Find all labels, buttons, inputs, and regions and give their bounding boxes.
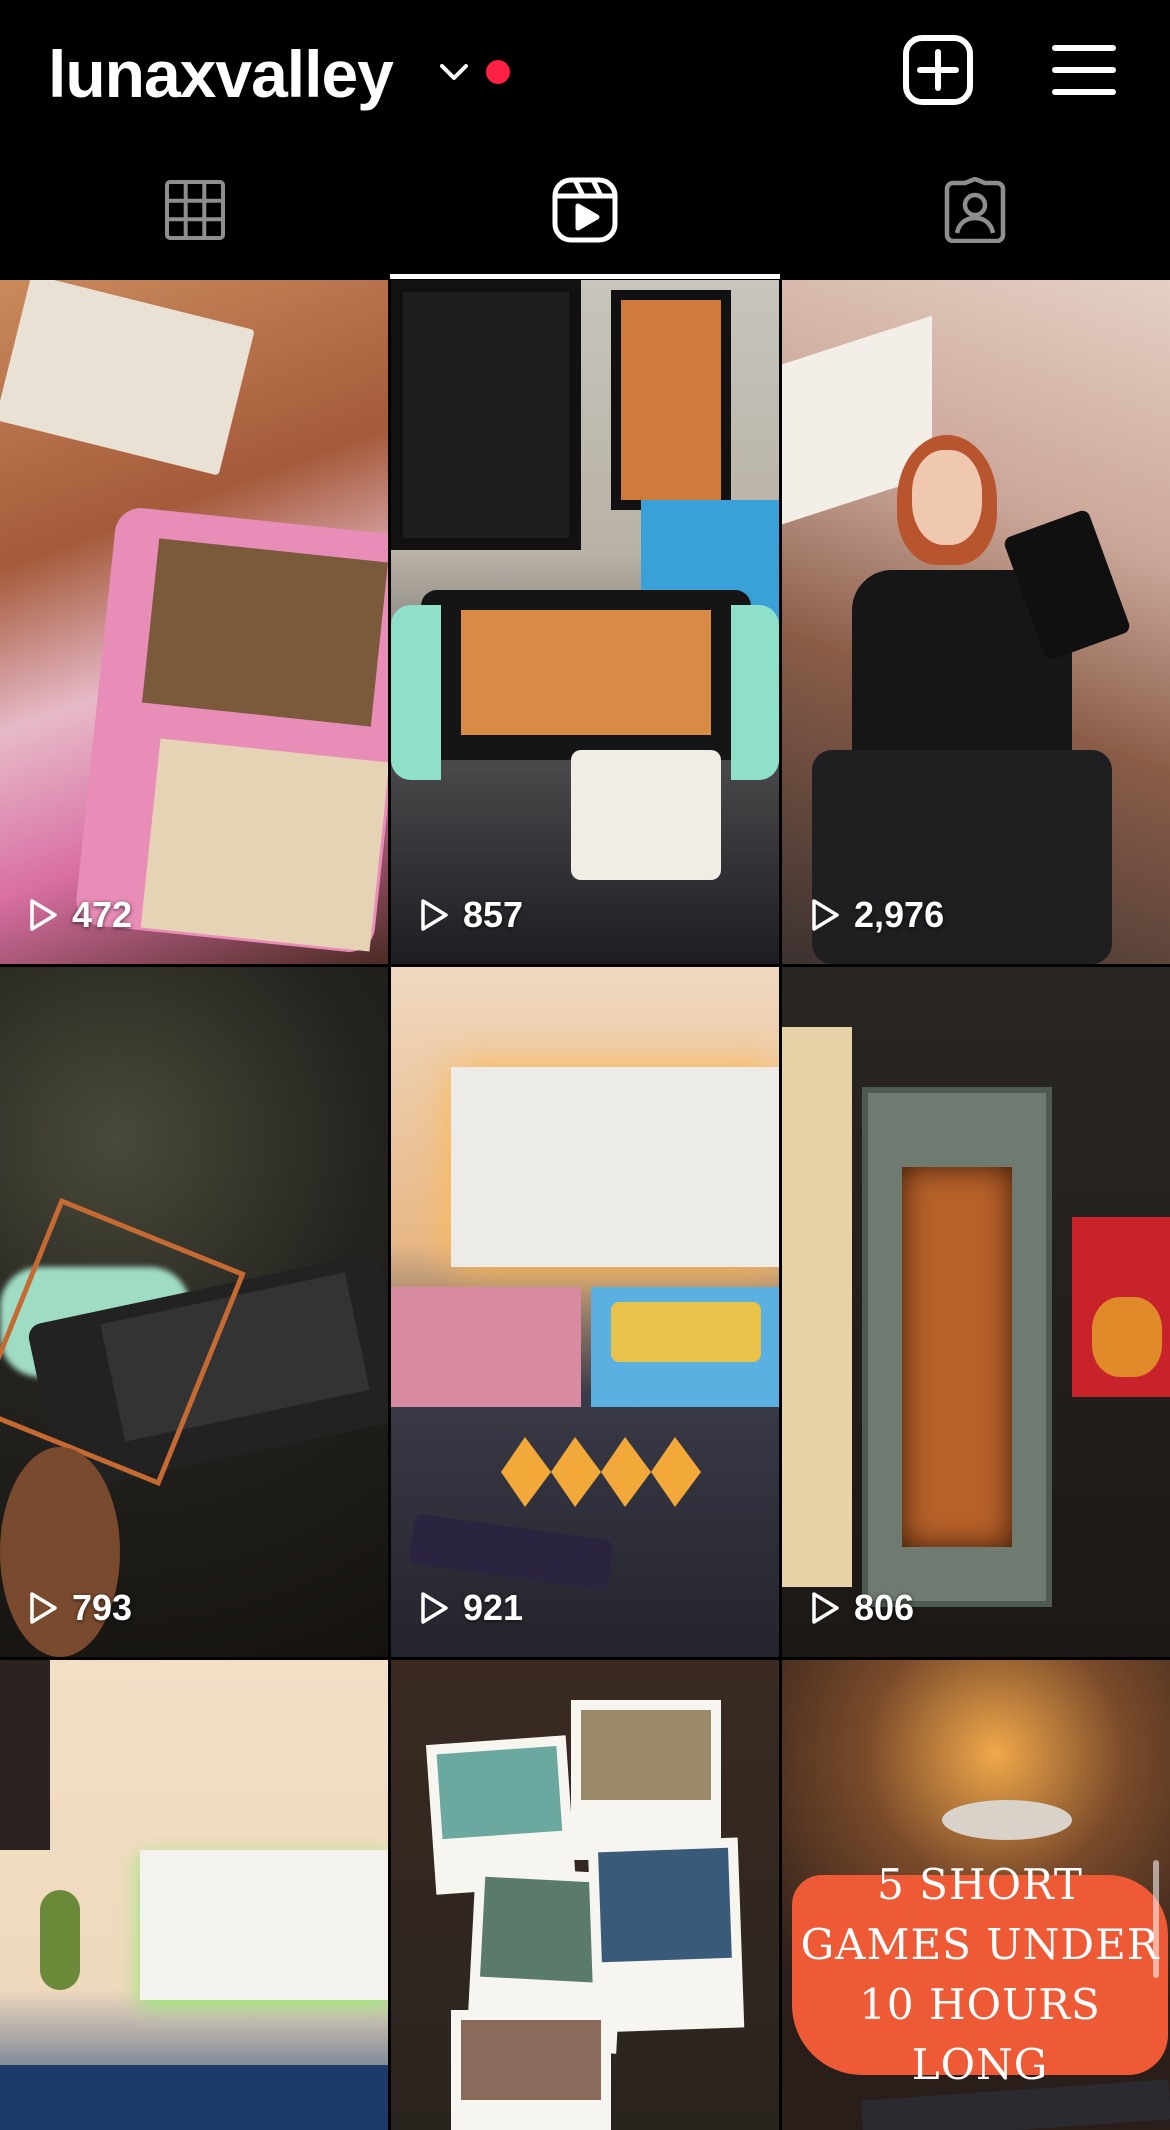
console-top-screen (142, 538, 388, 727)
wall-frame (391, 280, 581, 550)
console-stand (571, 750, 721, 880)
wall-poster (611, 290, 731, 510)
switch-screen (461, 610, 711, 735)
book-spine (782, 1027, 852, 1587)
play-icon (30, 899, 57, 931)
username[interactable]: lunaxvalley (48, 38, 394, 110)
play-count: 806 (810, 1587, 914, 1629)
play-icon (30, 1592, 57, 1624)
play-icon (812, 899, 839, 931)
play-count: 2,976 (810, 894, 944, 936)
reels-grid: 472 857 2,976 793 921 806 5 SHORT GAMES … (0, 280, 1170, 2130)
profile-header: lunaxvalley (0, 0, 1170, 145)
reel-thumbnail[interactable]: 921 (391, 967, 779, 1657)
reel-thumbnail[interactable] (391, 1660, 779, 2130)
selected-tab-indicator (390, 274, 780, 279)
grid-icon (164, 179, 226, 246)
title-overlay: 5 SHORT GAMES UNDER 10 HOURS LONG (792, 1860, 1168, 2089)
tab-reels[interactable] (390, 145, 780, 280)
polaroid (587, 1837, 745, 2033)
monitor-left (391, 1287, 581, 1407)
play-count: 472 (28, 894, 132, 936)
polaroid (571, 1700, 721, 1860)
play-count: 857 (419, 894, 523, 936)
monitors (0, 2065, 388, 2130)
mug (942, 1800, 1072, 1840)
shelf-edge (0, 1660, 50, 1850)
stardew-logo (611, 1302, 761, 1362)
play-count: 921 (419, 1587, 523, 1629)
reel-thumbnail[interactable]: 2,976 (782, 280, 1170, 964)
reel-thumbnail[interactable]: 5 SHORT GAMES UNDER 10 HOURS LONG (782, 1660, 1170, 2130)
reel-thumbnail[interactable]: 472 (0, 280, 388, 964)
scrollbar[interactable] (1153, 1860, 1159, 1978)
chevron-down-icon[interactable] (434, 52, 474, 92)
hanging-plant (40, 1890, 80, 1990)
person-face (912, 450, 982, 545)
figurine (1092, 1297, 1162, 1377)
polaroid (451, 2010, 611, 2130)
joycon-left (391, 605, 441, 780)
tagged-person-icon (942, 176, 1008, 248)
reel-thumbnail[interactable]: 857 (391, 280, 779, 964)
play-icon (421, 1592, 448, 1624)
play-icon (421, 899, 448, 931)
hamburger-menu-icon[interactable] (1052, 40, 1116, 100)
tab-tagged[interactable] (780, 145, 1170, 280)
play-count: 793 (28, 1587, 132, 1629)
reel-thumbnail[interactable]: 806 (782, 967, 1170, 1657)
book-nook-interior (902, 1167, 1012, 1547)
reel-thumbnail[interactable] (0, 1660, 388, 2130)
console-bottom-screen (140, 738, 388, 952)
reel-thumbnail[interactable]: 793 (0, 967, 388, 1657)
plus-square-icon[interactable] (902, 34, 974, 106)
reels-icon (551, 176, 619, 249)
play-icon (812, 1592, 839, 1624)
notification-dot (486, 60, 510, 84)
joycon-right (731, 605, 779, 780)
pegboard (140, 1850, 388, 2000)
profile-tabs (0, 145, 1170, 280)
tab-posts[interactable] (0, 145, 390, 280)
pegboard (451, 1067, 779, 1267)
